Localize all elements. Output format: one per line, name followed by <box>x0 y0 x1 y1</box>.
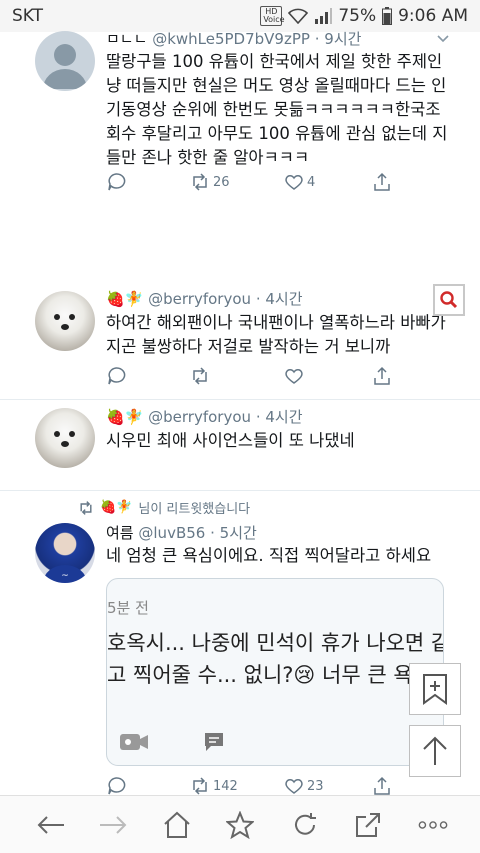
like-count: 4 <box>307 174 316 190</box>
chevron-down-icon[interactable] <box>436 32 450 46</box>
handle[interactable]: @kwhLe5PD7bV9zPP <box>152 30 310 48</box>
share-icon <box>356 813 380 837</box>
tweet-actions: 26 4 <box>106 172 446 194</box>
retweet-button[interactable]: 26 <box>190 172 230 192</box>
svg-text:~: ~ <box>61 571 69 581</box>
name-emoji: 🍓🧚 <box>106 408 144 426</box>
dog-avatar-image <box>54 314 75 330</box>
tweet-text-line: 시우민 최애 사이언스들이 또 나댔네 <box>106 431 355 450</box>
share-icon <box>374 776 390 795</box>
more-horizontal-icon <box>418 821 448 829</box>
name-emoji: 🍓🧚 <box>106 290 144 308</box>
reply-button[interactable] <box>106 172 126 192</box>
heart-icon <box>285 369 303 384</box>
tweet-text: 하여간 해외팬이나 국내팬이나 열폭하느라 바빠가 지곤 불쌍하다 저걸로 발작… <box>106 311 464 359</box>
search-button[interactable] <box>433 284 465 316</box>
quote-time: 5분 전 <box>107 599 149 617</box>
retweet-icon <box>193 173 207 191</box>
tweet-text-line: 딸랑구들 100 유튭이 한국에서 제일 핫한 주제인 <box>106 52 443 71</box>
tweet-text-line: 냥 떠들지만 현실은 머도 영상 올릴때마다 드는 인 <box>106 76 447 95</box>
avatar[interactable]: ~ <box>35 523 95 583</box>
reply-icon <box>108 367 126 385</box>
bookmarks-button[interactable] <box>225 810 255 840</box>
tweet-header: 🍓🧚 @berryforyou · 4시간 <box>106 406 303 427</box>
tweet-text-line: 지곤 불쌍하다 저걸로 발작하는 거 보니까 <box>106 337 391 356</box>
tweet-text-line: 기동영상 순위에 한번도 못듦ㅋㅋㅋㅋㅋㅋ한국조 <box>106 100 441 119</box>
forward-button[interactable] <box>98 810 128 840</box>
retweet-icon <box>193 777 207 795</box>
tweet-3[interactable]: 🍓🧚 @berryforyou · 4시간 시우민 최애 사이언스들이 또 나댔… <box>0 400 480 490</box>
chat-icon <box>205 733 223 751</box>
retweet-button[interactable] <box>190 366 210 386</box>
camera-icon <box>120 734 148 750</box>
retweet-icon <box>193 367 207 385</box>
share-button[interactable] <box>372 172 392 192</box>
tweet-header: 🍓🧚 @berryforyou · 4시간 <box>106 288 303 309</box>
timestamp: · 4시간 <box>255 290 303 308</box>
tweet-text: 딸랑구들 100 유튭이 한국에서 제일 핫한 주제인 냥 떠들지만 현실은 머… <box>106 50 464 170</box>
tweet-actions <box>106 366 446 388</box>
bookmark-add-button[interactable] <box>409 663 461 715</box>
share-icon <box>374 366 390 385</box>
like-button[interactable]: 4 <box>284 172 315 192</box>
like-count: 23 <box>307 778 324 794</box>
handle[interactable]: @berryforyou <box>148 408 251 426</box>
tweet-text: 시우민 최애 사이언스들이 또 나댔네 <box>106 429 464 453</box>
more-menu-button[interactable] <box>418 810 448 840</box>
timestamp: · 9시간 <box>314 30 362 48</box>
browser-toolbar <box>0 795 480 853</box>
timestamp: · 4시간 <box>255 408 303 426</box>
retweet-count: 142 <box>213 778 238 794</box>
tweet-header: 여름 @luvB56 · 5시간 <box>106 522 257 543</box>
attached-image[interactable]: 5분 전 호옥시... 나중에 민석이 휴가 나오면 같 고 찍어줄 수... … <box>106 578 444 766</box>
home-icon <box>164 811 190 838</box>
handle[interactable]: @berryforyou <box>148 290 251 308</box>
handle[interactable]: @luvB56 <box>138 524 205 542</box>
arrow-up-icon <box>423 736 447 765</box>
quote-text-line: 호옥시... 나중에 민석이 휴가 나오면 같 <box>107 631 444 655</box>
search-icon <box>440 291 458 309</box>
bookmark-add-icon <box>423 674 447 705</box>
reply-icon <box>108 777 126 795</box>
reply-icon <box>108 173 126 191</box>
timestamp: · 5시간 <box>210 524 257 542</box>
share-page-button[interactable] <box>353 810 383 840</box>
tweet-text-line: 네 엄청 큰 욕심이에요. 직접 찍어달라고 하세요 <box>106 546 432 565</box>
share-button[interactable] <box>372 776 392 796</box>
default-profile-icon <box>43 44 87 89</box>
person-avatar-image: ~ <box>43 565 87 583</box>
dog-avatar-image <box>54 431 75 447</box>
like-button[interactable] <box>284 366 304 386</box>
back-button[interactable] <box>36 810 66 840</box>
tweet-text-line: 들만 존나 핫한 줄 알아ㅋㅋㅋ <box>106 148 310 167</box>
tweet-text: 네 엄청 큰 욕심이에요. 직접 찍어달라고 하세요 <box>106 544 464 568</box>
tweet-header: ㅁㄴㄴ @kwhLe5PD7bV9zPP · 9시간 <box>106 28 361 49</box>
tweet-text-line: 하여간 해외팬이나 국내팬이나 열폭하느라 바빠가 <box>106 313 446 332</box>
scroll-to-top-button[interactable] <box>409 725 461 777</box>
star-icon <box>226 811 254 839</box>
like-button[interactable]: 23 <box>284 776 324 796</box>
quote-text-line: 고 찍어줄 수... 없니?😢 너무 큰 욕심? <box>107 663 444 687</box>
display-name[interactable]: ㅁㄴㄴ <box>106 30 147 48</box>
tweet-text-line: 회수 후달리고 아무도 100 유튭에 관심 없는데 지 <box>106 124 448 143</box>
home-button[interactable] <box>162 810 192 840</box>
avatar[interactable] <box>35 291 95 351</box>
retweet-count: 26 <box>213 174 230 190</box>
heart-icon <box>285 175 303 190</box>
tweet-2[interactable]: 🍓🧚 @berryforyou · 4시간 하여간 해외팬이나 국내팬이나 열폭… <box>0 205 480 400</box>
tweet-1[interactable]: ㅁㄴㄴ @kwhLe5PD7bV9zPP · 9시간 딸랑구들 100 유튭이 … <box>0 0 480 205</box>
arrow-right-icon <box>100 816 127 834</box>
retweet-button[interactable]: 142 <box>190 776 238 796</box>
reply-button[interactable] <box>106 776 126 796</box>
arrow-left-icon <box>37 816 64 834</box>
display-name[interactable]: 여름 <box>106 524 134 542</box>
refresh-icon <box>295 813 316 835</box>
avatar[interactable] <box>35 408 95 468</box>
share-button[interactable] <box>372 366 392 386</box>
reply-button[interactable] <box>106 366 126 386</box>
avatar[interactable] <box>35 31 95 91</box>
reload-button[interactable] <box>290 810 320 840</box>
heart-icon <box>285 779 303 794</box>
share-icon <box>374 172 390 191</box>
